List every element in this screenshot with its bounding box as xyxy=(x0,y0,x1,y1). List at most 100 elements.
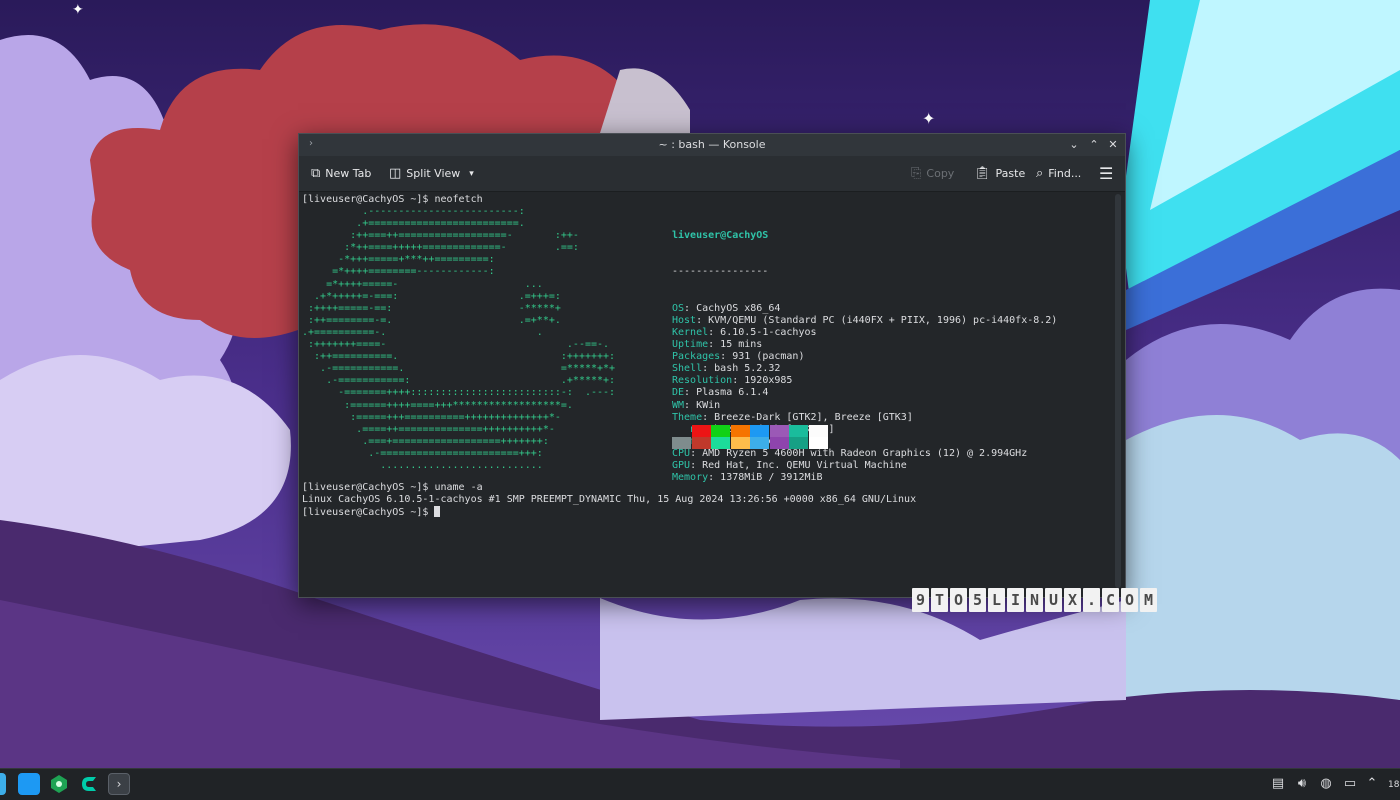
svg-text:✦: ✦ xyxy=(922,109,935,128)
find-label: Find... xyxy=(1048,167,1082,180)
color-swatch xyxy=(769,425,789,437)
color-swatch xyxy=(750,437,769,449)
hamburger-menu-button[interactable]: ☰ xyxy=(1099,156,1113,192)
terminal-view[interactable]: [liveuser@CachyOS ~]$ neofetch .--------… xyxy=(299,192,1111,590)
info-key: DE xyxy=(672,387,685,399)
color-swatch xyxy=(691,425,711,437)
chevron-down-icon: ▾ xyxy=(469,169,474,179)
color-swatch xyxy=(808,437,828,449)
new-tab-button[interactable]: ⧉ New Tab xyxy=(311,156,371,192)
watermark-char: L xyxy=(988,588,1005,612)
watermark-char: O xyxy=(1121,588,1138,612)
color-swatch xyxy=(730,425,750,437)
hamburger-menu-icon: ☰ xyxy=(1099,164,1114,183)
ascii-logo-line: =*++++========------------: xyxy=(302,266,495,278)
info-row-de: DE: Plasma 6.1.4 xyxy=(672,387,769,399)
paste-label: Paste xyxy=(995,167,1026,180)
ascii-logo-line: .+==========-. . xyxy=(302,326,543,338)
new-tab-icon: ⧉ xyxy=(311,166,321,181)
ascii-logo-line: .-------------------------: xyxy=(302,206,525,217)
discover-icon[interactable] xyxy=(48,773,70,795)
neofetch-username: liveuser@CachyOS xyxy=(672,230,769,242)
watermark-char: T xyxy=(931,588,948,612)
ascii-logo-line: :++++=====-==: -*****+ xyxy=(302,302,561,314)
clipboard-tray-icon[interactable]: ▤ xyxy=(1270,776,1286,792)
info-key: Uptime xyxy=(672,339,709,351)
copy-icon: ⎘ xyxy=(911,166,922,181)
info-row-gpu: GPU: Red Hat, Inc. QEMU Virtual Machine xyxy=(672,459,907,471)
clock[interactable]: 18 xyxy=(1388,773,1400,797)
paste-button[interactable]: 📋︎ Paste xyxy=(974,156,1025,192)
ascii-logo-line: :=====+++==========++++++++++++++*- xyxy=(302,411,561,423)
maximize-icon[interactable]: ⌃ xyxy=(1085,134,1103,156)
file-manager-icon[interactable] xyxy=(18,773,40,795)
neofetch-separator: ---------------- xyxy=(672,266,769,278)
prompt-neofetch: [liveuser@CachyOS ~]$ neofetch xyxy=(302,194,483,205)
info-value: 6.10.5-1-cachyos xyxy=(720,326,817,338)
split-view-label: Split View xyxy=(406,167,461,180)
minimize-icon[interactable]: ⌄ xyxy=(1065,134,1083,156)
terminal-scrollbar[interactable] xyxy=(1115,194,1121,588)
watermark-char: X xyxy=(1064,588,1081,612)
info-value: KVM/QEMU (Standard PC (i440FX + PIIX, 19… xyxy=(708,314,1058,326)
ascii-logo-line: .+=========================. xyxy=(302,218,525,230)
info-key: GPU xyxy=(672,459,691,471)
info-value: KWin xyxy=(696,399,721,411)
window-title: ~ : bash — Konsole xyxy=(658,138,766,151)
watermark-char: O xyxy=(950,588,967,612)
color-swatch xyxy=(789,425,808,437)
info-value: bash 5.2.32 xyxy=(714,363,781,375)
info-row-uptime: Uptime: 15 mins xyxy=(672,339,763,351)
watermark-char: M xyxy=(1140,588,1157,612)
close-icon[interactable]: ✕ xyxy=(1104,134,1122,156)
color-swatches xyxy=(672,425,832,449)
network-icon[interactable]: ◍ xyxy=(1318,776,1334,792)
info-value: Red Hat, Inc. QEMU Virtual Machine xyxy=(702,459,907,471)
display-icon[interactable]: ▭ xyxy=(1342,776,1358,792)
ascii-logo-line: -*+++=====+***++=========: xyxy=(302,254,495,266)
info-row-theme: Theme: Breeze-Dark [GTK2], Breeze [GTK3] xyxy=(672,411,913,423)
watermark-char: . xyxy=(1083,588,1100,612)
color-swatch xyxy=(789,437,808,449)
find-button[interactable]: ⌕ Find... xyxy=(1036,156,1081,192)
ascii-logo-line: :======++++====+++******************=. xyxy=(302,399,573,411)
konsole-task-icon[interactable]: › xyxy=(108,773,130,795)
info-row-cpu: CPU: AMD Ryzen 5 4600H with Radeon Graph… xyxy=(672,447,1028,459)
volume-icon[interactable]: 🔊︎ xyxy=(1294,776,1310,792)
tray-expand-icon[interactable]: ⌃ xyxy=(1364,776,1380,792)
neofetch-info: liveuser@CachyOS ---------------- OS: Ca… xyxy=(672,206,1057,508)
konsole-window[interactable]: › ~ : bash — Konsole ⌄ ⌃ ✕ ⧉ New Tab ◫ S… xyxy=(298,133,1126,598)
watermark-char: I xyxy=(1007,588,1024,612)
color-swatch xyxy=(691,437,711,449)
color-swatch xyxy=(808,425,828,437)
ascii-logo-line: :*++====+++++=============- .==: xyxy=(302,242,579,254)
cachyos-hello-icon[interactable] xyxy=(78,773,100,795)
info-value: CachyOS x86_64 xyxy=(696,302,781,314)
color-swatch xyxy=(711,437,730,449)
watermark-char: N xyxy=(1026,588,1043,612)
svg-text:✦: ✦ xyxy=(72,2,84,18)
terminal-app-icon[interactable]: › xyxy=(305,138,317,150)
info-key: Kernel xyxy=(672,326,709,338)
split-view-button[interactable]: ◫ Split View ▾ xyxy=(389,156,474,192)
new-tab-label: New Tab xyxy=(325,167,372,180)
ascii-logo-line: :++==========. :+++++++: xyxy=(302,351,616,363)
info-key: Packages xyxy=(672,351,721,363)
color-swatch xyxy=(672,425,691,437)
info-key: WM xyxy=(672,399,685,411)
info-value: 15 mins xyxy=(720,339,763,351)
window-titlebar[interactable]: › ~ : bash — Konsole ⌄ ⌃ ✕ xyxy=(299,134,1125,156)
color-swatch xyxy=(730,437,750,449)
info-row-os: OS: CachyOS x86_64 xyxy=(672,302,781,314)
plasma-taskbar: › ▤ 🔊︎ ◍ ▭ ⌃ 18 xyxy=(0,768,1400,800)
ascii-logo-line: ........................... xyxy=(302,459,543,471)
ascii-logo-line: .+*+++++=-===: .=+++=: xyxy=(302,290,561,302)
app-launcher-icon[interactable] xyxy=(0,773,6,795)
uname-output: Linux CachyOS 6.10.5-1-cachyos #1 SMP PR… xyxy=(302,494,917,506)
text-cursor xyxy=(434,506,441,518)
ascii-logo-line: .-===========: .+*****+: xyxy=(302,375,616,387)
color-swatch xyxy=(769,437,789,449)
copy-button[interactable]: ⎘ Copy xyxy=(911,156,954,192)
watermark-char: C xyxy=(1102,588,1119,612)
info-row-host: Host: KVM/QEMU (Standard PC (i440FX + PI… xyxy=(672,314,1058,326)
